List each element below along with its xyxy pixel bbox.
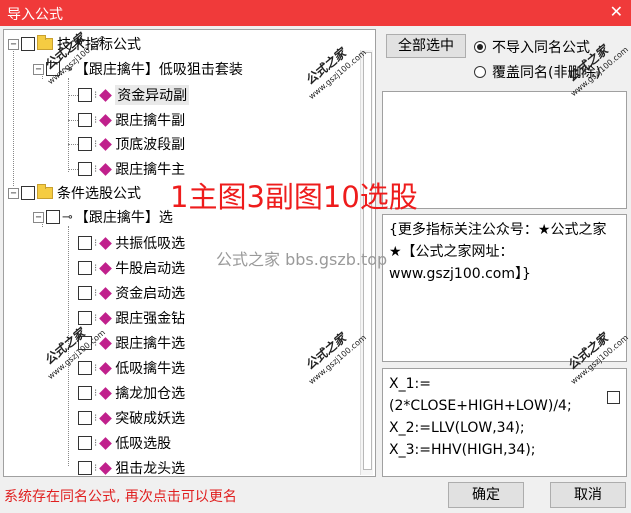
formula-icon (99, 162, 113, 176)
tree-label: 跟庄强金钻 (115, 311, 186, 327)
tree-folder[interactable]: − 技术指标公式 (8, 33, 141, 55)
cancel-button[interactable]: 取消 (550, 482, 626, 508)
tree-label: 狙击龙头选 (115, 461, 186, 477)
tree-checkbox[interactable] (78, 137, 92, 151)
option-skip-duplicates[interactable]: 不导入同名公式 (474, 37, 590, 57)
tree-label: 【跟庄擒牛】低吸狙击套装 (74, 62, 243, 78)
tree-label: 低吸选股 (115, 436, 172, 452)
tree-item[interactable]: ⁝ 资金异动副 (78, 84, 190, 106)
key-icon: ⊸ (62, 209, 73, 225)
formula-icon (99, 286, 113, 300)
tree-checkbox[interactable] (78, 311, 92, 325)
code-panel: X_1:=(2*CLOSE+HIGH+LOW)/4; X_2:=LLV(LOW,… (382, 368, 627, 477)
tree-checkbox[interactable] (78, 461, 92, 475)
tree-item[interactable]: ⁝ 狙击龙头选 (78, 457, 186, 477)
tree-item[interactable]: ⁝ 低吸擒牛选 (78, 357, 185, 379)
radio-selected-icon[interactable] (474, 41, 486, 53)
close-icon[interactable]: ✕ (610, 2, 623, 21)
tree-checkbox[interactable] (78, 162, 92, 176)
formula-icon (99, 113, 113, 127)
promo-banner: 1主图3副图10选股 (170, 180, 418, 214)
tree-checkbox[interactable] (78, 286, 92, 300)
formula-icon (99, 461, 113, 475)
tree-item[interactable]: ⁝ 跟庄擒牛副 (78, 109, 185, 131)
code-checkbox[interactable] (607, 391, 620, 404)
tree-checkbox[interactable] (78, 88, 92, 102)
ok-button[interactable]: 确定 (448, 482, 524, 508)
option-label: 覆盖同名(非删除) (492, 65, 601, 81)
select-all-button[interactable]: 全部选中 (386, 34, 466, 58)
blank-preview-panel (382, 91, 627, 209)
formula-icon (99, 386, 113, 400)
tree-checkbox[interactable] (78, 361, 92, 375)
formula-icon (99, 361, 113, 375)
key-icon: ⊸ (62, 61, 73, 77)
tree-item[interactable]: ⁝ 突破成妖选 (78, 407, 185, 429)
formula-icon (99, 311, 113, 325)
collapse-icon[interactable]: − (8, 38, 19, 50)
tree-label: 跟庄擒牛选 (115, 336, 186, 352)
description-panel: {更多指标关注公众号：★公式之家★【公式之家网址：www.gszj100.com… (382, 214, 627, 362)
tree-label: 顶底波段副 (115, 137, 186, 153)
tree-item[interactable]: ⁝ 跟庄擒牛选 (78, 332, 185, 354)
tree-folder[interactable]: − 条件选股公式 (8, 182, 141, 204)
tree-label: 擒龙加仓选 (115, 386, 186, 402)
site-watermark-text: 公式之家 bbs.gszb.top (216, 250, 388, 269)
tree-checkbox[interactable] (78, 236, 92, 250)
code-text: X_1:=(2*CLOSE+HIGH+LOW)/4; X_2:=LLV(LOW,… (389, 376, 572, 458)
window-title: 导入公式 (7, 7, 63, 23)
formula-icon (99, 137, 113, 151)
title-bar: 导入公式 ✕ (0, 0, 631, 26)
tree-label: 突破成妖选 (115, 411, 186, 427)
tree-checkbox[interactable] (46, 210, 60, 224)
tree-item[interactable]: ⁝ 资金启动选 (78, 282, 185, 304)
tree-item[interactable]: ⁝ 低吸选股 (78, 432, 171, 454)
tree-checkbox[interactable] (78, 336, 92, 350)
tree-checkbox[interactable] (21, 186, 35, 200)
tree-label: 资金启动选 (115, 286, 186, 302)
collapse-icon[interactable]: − (8, 187, 19, 199)
status-message: 系统存在同名公式, 再次点击可以更名 (4, 489, 237, 505)
formula-icon (99, 88, 113, 102)
tree-label: 低吸擒牛选 (115, 361, 186, 377)
tree-item[interactable]: ⁝ 牛股启动选 (78, 257, 185, 279)
option-overwrite[interactable]: 覆盖同名(非删除) (474, 62, 601, 82)
tree-group[interactable]: − ⊸ 【跟庄擒牛】低吸狙击套装 (33, 58, 243, 80)
tree-label: 牛股启动选 (115, 261, 186, 277)
tree-label: 【跟庄擒牛】选 (74, 210, 173, 226)
tree-checkbox[interactable] (78, 386, 92, 400)
tree-item[interactable]: ⁝ 共振低吸选 (78, 232, 185, 254)
tree-checkbox[interactable] (21, 37, 35, 51)
description-text: {更多指标关注公众号：★公式之家★【公式之家网址：www.gszj100.com… (389, 222, 607, 282)
tree-label: 跟庄擒牛副 (115, 113, 186, 129)
tree-item[interactable]: ⁝ 擒龙加仓选 (78, 382, 185, 404)
tree-label: 共振低吸选 (115, 236, 186, 252)
tree-label: 条件选股公式 (57, 186, 141, 202)
option-label: 不导入同名公式 (492, 40, 590, 56)
tree-checkbox[interactable] (78, 411, 92, 425)
radio-unselected-icon[interactable] (474, 66, 486, 78)
formula-icon (99, 236, 113, 250)
tree-checkbox[interactable] (78, 261, 92, 275)
tree-label: 资金异动副 (115, 85, 190, 105)
tree-label: 技术指标公式 (57, 37, 141, 53)
formula-icon (99, 436, 113, 450)
folder-icon (37, 184, 53, 199)
tree-item[interactable]: ⁝ 跟庄强金钻 (78, 307, 185, 329)
formula-icon (99, 336, 113, 350)
collapse-icon[interactable]: − (33, 63, 44, 75)
collapse-icon[interactable]: − (33, 211, 44, 223)
tree-checkbox[interactable] (78, 113, 92, 127)
tree-checkbox[interactable] (46, 62, 60, 76)
tree-checkbox[interactable] (78, 436, 92, 450)
tree-group[interactable]: − ⊸ 【跟庄擒牛】选 (33, 206, 173, 228)
formula-icon (99, 261, 113, 275)
tree-item[interactable]: ⁝ 顶底波段副 (78, 133, 185, 155)
formula-icon (99, 411, 113, 425)
folder-icon (37, 35, 53, 50)
